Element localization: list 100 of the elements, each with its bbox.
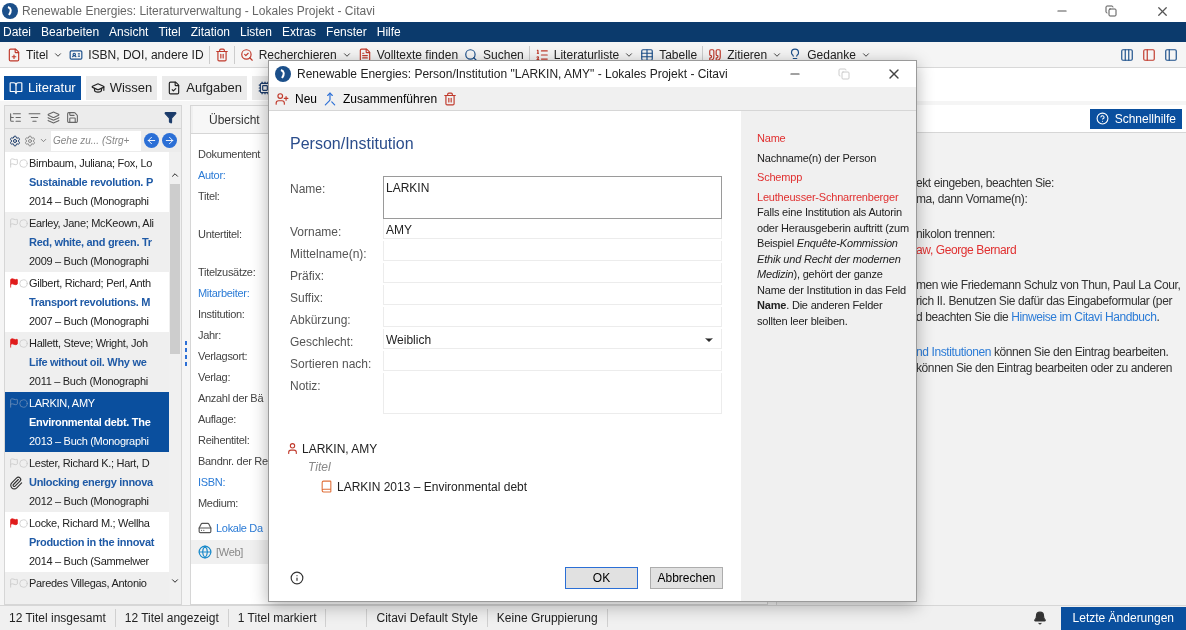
reference-authors: Locke, Richard M.; Wellha	[29, 516, 151, 531]
hint-text: Leutheusser-Schnarrenberger	[757, 189, 900, 205]
field-label: Suffix:	[290, 290, 325, 307]
reference-item[interactable]: Gilbert, Richard; Perl, Anth Transport revolutions. M 2007 – Buch (Monographi	[5, 272, 169, 332]
status-text: 12 Titel angezeigt	[115, 609, 229, 627]
input-field[interactable]: LARKIN	[383, 176, 722, 219]
hint-text: Schempp	[757, 170, 804, 185]
menu-item[interactable]: Titel	[158, 23, 181, 41]
field-label: Verlag:	[198, 371, 231, 383]
help-text: men wie Friedemann Schulz von Thun, Paul La Cour,	[916, 277, 1182, 293]
reference-meta: 2012 – Buch (Monographi	[29, 494, 150, 509]
field-label: Verlagsort:	[198, 350, 248, 362]
nav-tab[interactable]: Literatur	[4, 76, 81, 100]
input-field[interactable]: AMY	[383, 219, 722, 239]
toolbar-button[interactable]: Titel	[4, 43, 67, 66]
field-label: Auflage:	[198, 413, 236, 425]
help-link[interactable]: nd Institutionen	[916, 345, 991, 359]
field-label: Anzahl der Bä	[198, 392, 264, 404]
status-text: 1 Titel markiert	[228, 609, 327, 627]
help-text: ekt eingeben, beachten Sie:	[916, 175, 1055, 191]
toolbar-button[interactable]: Recherchieren	[236, 43, 355, 66]
dialog-title: Renewable Energies: Person/Institution "LARKIN, AMY" - Lokales Projekt - Citavi	[297, 66, 728, 83]
status-text: Keine Gruppierung	[487, 609, 608, 627]
field-label: Jahr:	[198, 329, 221, 341]
reference-title: Red, white, and green. Tr	[29, 235, 153, 250]
toolbar-button[interactable]: Zitieren	[705, 43, 786, 66]
dialog-button[interactable]: Abbrechen	[650, 567, 723, 589]
location-link[interactable]: Lokale Da	[216, 519, 263, 537]
menu-item[interactable]: Ansicht	[109, 23, 149, 41]
field-label: Titelzusätze:	[198, 266, 256, 278]
field-label: Präfix:	[290, 268, 325, 285]
reference-authors: Paredes Villegas, Antonio	[29, 576, 147, 591]
usage-person[interactable]: LARKIN, AMY	[302, 439, 378, 458]
field-label: Institution:	[198, 308, 245, 320]
reference-authors: Gilbert, Richard; Perl, Anth	[29, 276, 151, 291]
toolbar-button[interactable]: Suchen	[461, 43, 527, 66]
help-text: d beachten Sie die Hinweise im Citavi Handbuch.	[916, 309, 1161, 325]
field-label: Sortieren nach:	[290, 356, 373, 373]
help-text: aw, George Bernard	[916, 242, 1018, 258]
nav-tab[interactable]: Wissen	[85, 76, 158, 100]
reference-authors: LARKIN, AMY	[29, 396, 96, 411]
field-label: Titel:	[198, 190, 220, 202]
menu-item[interactable]: Hilfe	[376, 23, 401, 41]
field-label: Bandnr. der Re	[198, 455, 268, 467]
toolbar-button[interactable]: Tabelle	[637, 43, 701, 66]
reference-authors: Lester, Richard K.; Hart, D	[29, 456, 151, 471]
field-label: Dokumentent	[198, 148, 261, 160]
reference-title: Transport revolutions. M	[29, 295, 151, 310]
recent-changes-button[interactable]: Letzte Änderungen	[1060, 606, 1186, 630]
field-label: Vorname:	[290, 224, 343, 241]
field-label[interactable]: Mitarbeiter:	[198, 287, 250, 299]
usage-group: Titel	[308, 458, 723, 477]
reference-meta: 2013 – Buch (Monographi	[29, 434, 150, 449]
menu-item[interactable]: Bearbeiten	[41, 23, 100, 41]
dialog-toolbar-button[interactable]: Neu	[273, 88, 319, 109]
help-text: nikolon trennen:	[916, 226, 996, 242]
menu-item[interactable]: Listen	[240, 23, 273, 41]
reference-title: Production in the innovat	[29, 535, 155, 550]
status-text: 12 Titel insgesamt	[0, 609, 116, 627]
field-label: Medium:	[198, 497, 239, 509]
toolbar-button[interactable]: Gedanke	[785, 43, 874, 66]
form-heading: Person/Institution	[290, 134, 415, 154]
field-label[interactable]: Autor:	[198, 169, 226, 181]
reference-item[interactable]: Locke, Richard M.; Wellha Production in the innovat 2014 – Buch (Sammelwer	[5, 512, 169, 572]
reference-title: Environmental debt. The	[29, 415, 151, 430]
reference-meta: 2014 – Buch (Sammelwer	[29, 554, 150, 569]
reference-authors: Earley, Jane; McKeown, Ali	[29, 216, 154, 231]
menu-item[interactable]: Zitation	[190, 23, 230, 41]
menu-item[interactable]: Fenster	[326, 23, 367, 41]
reference-meta: 2011 – Buch (Monographi	[29, 374, 148, 389]
quick-help-button[interactable]: Schnellhilfe	[1089, 108, 1182, 129]
reference-authors: Hallett, Steve; Wright, Joh	[29, 336, 148, 351]
field-label[interactable]: ISBN:	[198, 476, 226, 488]
help-text: nd Institutionen können Sie den Eintrag bearbeiten.	[916, 344, 1170, 360]
gender-dropdown[interactable]: Weiblich	[383, 329, 722, 349]
field-label: Mittelname(n):	[290, 246, 368, 263]
toolbar-button[interactable]: ISBN, DOI, andere ID	[66, 43, 207, 66]
window-title: Renewable Energies: Literaturverwaltung - Lokales Projekt - Citavi	[22, 3, 375, 20]
field-label: Reihentitel:	[198, 434, 250, 446]
menu-item[interactable]: Datei	[3, 23, 31, 41]
field-label: Geschlecht:	[290, 334, 355, 351]
field-label: Name:	[290, 181, 327, 198]
reference-meta: 2009 – Buch (Monographi	[29, 254, 150, 269]
menu-item[interactable]: Extras	[282, 23, 317, 41]
toolbar-button[interactable]: Literaturliste	[531, 43, 638, 66]
help-text: können Sie den Eintrag bearbeiten oder zu anderen	[916, 360, 1173, 376]
field-label: Abkürzung:	[290, 312, 352, 329]
hint-text: Falls eine Institution als Autorin oder Herausgeberin auftritt (zum Beispiel Enquête-Kommission Ethik und Recht der modernen Medizin), gehört der ganze Name der Institution in das Feld Name. Die anderen Felder sollten leer bleiben.	[757, 205, 910, 329]
reference-title: Unlocking energy innova	[29, 475, 153, 490]
dialog-toolbar-button[interactable]: Zusammenführen	[321, 88, 440, 109]
reference-title: Life without oil. Why we	[29, 355, 148, 370]
dialog-button[interactable]: OK	[565, 567, 638, 589]
usage-title[interactable]: LARKIN 2013 – Environmental debt	[337, 477, 528, 496]
status-text: Citavi Default Style	[366, 609, 488, 627]
field-label: Notiz:	[290, 378, 322, 395]
help-text: ma, dann Vorname(n):	[916, 191, 1029, 207]
reference-authors: Birnbaum, Juliana; Fox, Lo	[29, 156, 153, 171]
toolbar-button[interactable]: Volltexte finden	[354, 43, 462, 66]
search-field[interactable]: Gehe zu... (Strg+	[51, 130, 141, 151]
nav-tab[interactable]: Aufgaben	[162, 76, 247, 100]
